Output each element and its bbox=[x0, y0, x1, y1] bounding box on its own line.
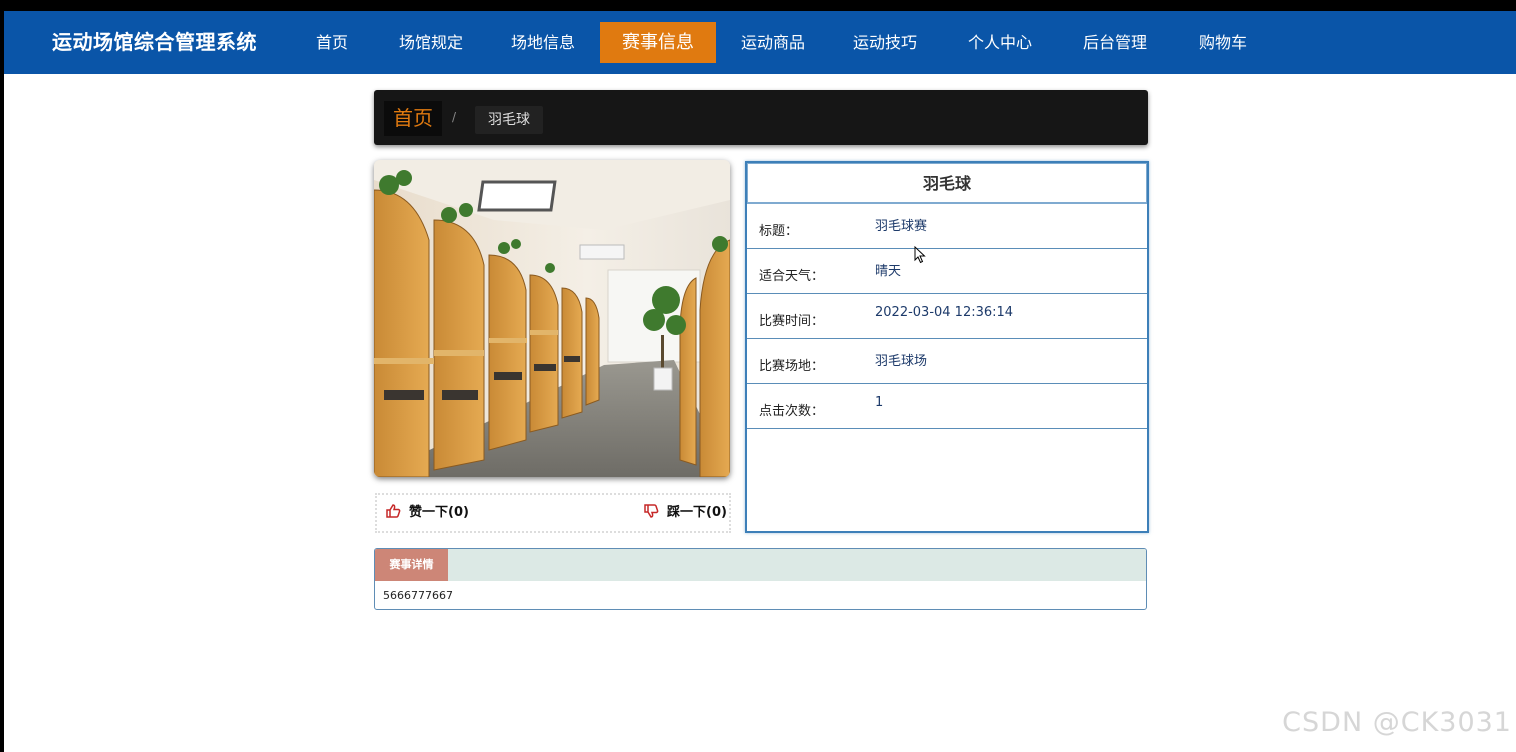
nav-item-admin[interactable]: 后台管理 bbox=[1069, 22, 1161, 63]
detail-tab-bar: 赛事详情 bbox=[375, 549, 1146, 581]
dislike-label: 踩一下(0) bbox=[667, 505, 727, 520]
tab-event-details[interactable]: 赛事详情 bbox=[375, 549, 448, 581]
nav-item-sports-goods[interactable]: 运动商品 bbox=[727, 22, 819, 63]
nav-item-home[interactable]: 首页 bbox=[297, 22, 367, 63]
event-photo bbox=[374, 160, 730, 477]
event-detail-content: 5666777667 bbox=[383, 589, 453, 602]
site-brand[interactable]: 运动场馆综合管理系统 bbox=[52, 11, 257, 74]
page: 运动场馆综合管理系统 首页 场馆规定 场地信息 赛事信息 运动商品 运动技巧 个… bbox=[4, 11, 1516, 752]
info-label: 标题： bbox=[759, 224, 799, 239]
breadcrumb: 首页 / 羽毛球 bbox=[374, 90, 1148, 145]
nav-item-court-info[interactable]: 场地信息 bbox=[497, 22, 589, 63]
info-value: 羽毛球场 bbox=[875, 354, 928, 369]
vote-bar: 赞一下(0) 踩一下(0) bbox=[375, 493, 731, 533]
dislike-button[interactable]: 踩一下(0) bbox=[643, 495, 727, 531]
info-row-weather: 适合天气： 晴天 bbox=[747, 249, 1147, 294]
info-row-time: 比赛时间： 2022-03-04 12:36:14 bbox=[747, 294, 1147, 339]
nav-item-sports-tips[interactable]: 运动技巧 bbox=[839, 22, 931, 63]
nav-item-cart[interactable]: 购物车 bbox=[1184, 22, 1262, 63]
info-value: 1 bbox=[875, 395, 884, 410]
breadcrumb-home[interactable]: 首页 bbox=[384, 101, 442, 136]
breadcrumb-separator: / bbox=[452, 110, 457, 124]
thumbs-up-icon bbox=[386, 504, 401, 518]
event-info-title: 羽毛球 bbox=[747, 163, 1147, 204]
info-value: 晴天 bbox=[875, 264, 902, 279]
top-navbar: 运动场馆综合管理系统 首页 场馆规定 场地信息 赛事信息 运动商品 运动技巧 个… bbox=[4, 11, 1516, 74]
info-label: 比赛时间： bbox=[759, 314, 825, 329]
info-row-clicks: 点击次数： 1 bbox=[747, 384, 1147, 429]
thumbs-down-icon bbox=[644, 504, 659, 518]
nav-item-venue-rules[interactable]: 场馆规定 bbox=[385, 22, 477, 63]
like-button[interactable]: 赞一下(0) bbox=[385, 495, 469, 531]
nav-item-personal-center[interactable]: 个人中心 bbox=[954, 22, 1046, 63]
breadcrumb-current: 羽毛球 bbox=[475, 106, 543, 134]
info-value: 2022-03-04 12:36:14 bbox=[875, 305, 1014, 320]
info-value: 羽毛球赛 bbox=[875, 219, 928, 234]
info-label: 点击次数： bbox=[759, 404, 825, 419]
like-label: 赞一下(0) bbox=[409, 505, 469, 520]
event-info-panel: 羽毛球 标题： 羽毛球赛 适合天气： 晴天 比赛时间： 2022-03-04 1… bbox=[745, 161, 1149, 533]
info-row-venue: 比赛场地： 羽毛球场 bbox=[747, 339, 1147, 384]
watermark: CSDN @CK3031 bbox=[1282, 707, 1512, 738]
nav-item-events[interactable]: 赛事信息 bbox=[600, 22, 716, 63]
info-row-title: 标题： 羽毛球赛 bbox=[747, 204, 1147, 249]
event-detail-box: 赛事详情 5666777667 bbox=[374, 548, 1147, 610]
info-label: 适合天气： bbox=[759, 269, 825, 284]
mouse-cursor-icon bbox=[914, 245, 926, 268]
info-label: 比赛场地： bbox=[759, 359, 825, 374]
